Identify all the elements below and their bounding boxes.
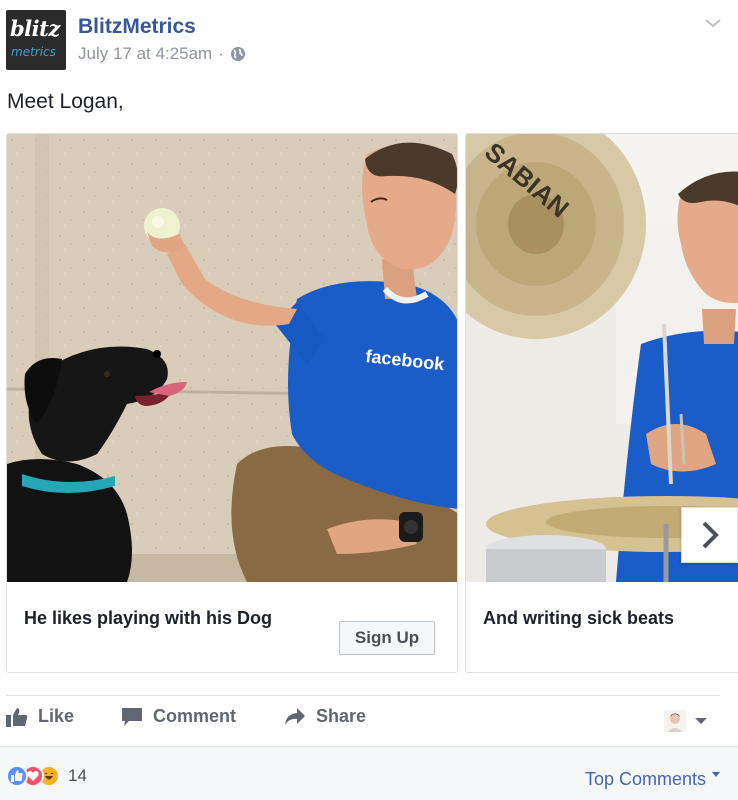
share-button[interactable]: Share bbox=[284, 706, 366, 727]
post-text: Meet Logan, bbox=[7, 90, 124, 113]
avatar bbox=[664, 710, 686, 732]
globe-icon[interactable] bbox=[230, 46, 246, 62]
page-name-link[interactable]: BlitzMetrics bbox=[78, 15, 196, 39]
sign-up-button[interactable]: Sign Up bbox=[339, 621, 435, 655]
chevron-right-icon bbox=[702, 521, 719, 549]
caret-down-icon bbox=[712, 771, 720, 777]
share-icon bbox=[285, 707, 305, 725]
actions-divider bbox=[6, 695, 720, 696]
carousel-card[interactable]: SABIAN And writing sick beats bbox=[465, 133, 738, 673]
page-avatar[interactable]: blitz metrics bbox=[6, 10, 66, 70]
post-as-selector[interactable] bbox=[664, 710, 708, 732]
logo-text-bottom: metrics bbox=[11, 45, 56, 59]
meta-separator: · bbox=[218, 44, 224, 63]
carousel-card[interactable]: facebook He likes playing with his Dog S… bbox=[6, 133, 458, 673]
post-footer: 14 Top Comments bbox=[0, 746, 738, 800]
post-timestamp[interactable]: July 17 at 4:25am bbox=[78, 44, 212, 64]
comment-button[interactable]: Comment bbox=[121, 706, 236, 727]
thumbs-up-icon bbox=[6, 707, 28, 727]
like-button[interactable]: Like bbox=[6, 706, 74, 727]
carousel-next-button[interactable] bbox=[681, 507, 738, 563]
post-header: blitz metrics BlitzMetrics July 17 at 4:… bbox=[6, 10, 732, 72]
share-label: Share bbox=[316, 706, 367, 726]
carousel: facebook He likes playing with his Dog S… bbox=[0, 133, 738, 675]
post-meta: July 17 at 4:25am · bbox=[78, 44, 246, 64]
comment-label: Comment bbox=[153, 706, 237, 726]
like-reaction-icon bbox=[6, 765, 28, 787]
post-actions: Like Comment Share bbox=[0, 700, 738, 742]
card-caption: He likes playing with his Dog bbox=[24, 608, 273, 628]
like-label: Like bbox=[38, 706, 75, 726]
top-comments-dropdown[interactable]: Top Comments bbox=[585, 769, 720, 790]
reaction-count[interactable]: 14 bbox=[68, 766, 87, 786]
card-caption: And writing sick beats bbox=[483, 608, 675, 628]
logo-text-top: blitz bbox=[10, 16, 60, 41]
reactions-summary[interactable]: 14 bbox=[6, 765, 87, 787]
chevron-down-icon[interactable] bbox=[702, 12, 724, 34]
caret-down-icon bbox=[695, 718, 707, 724]
top-comments-label: Top Comments bbox=[584, 769, 706, 789]
comment-icon bbox=[122, 707, 142, 726]
man-with-dog-photo[interactable]: facebook bbox=[7, 134, 457, 582]
